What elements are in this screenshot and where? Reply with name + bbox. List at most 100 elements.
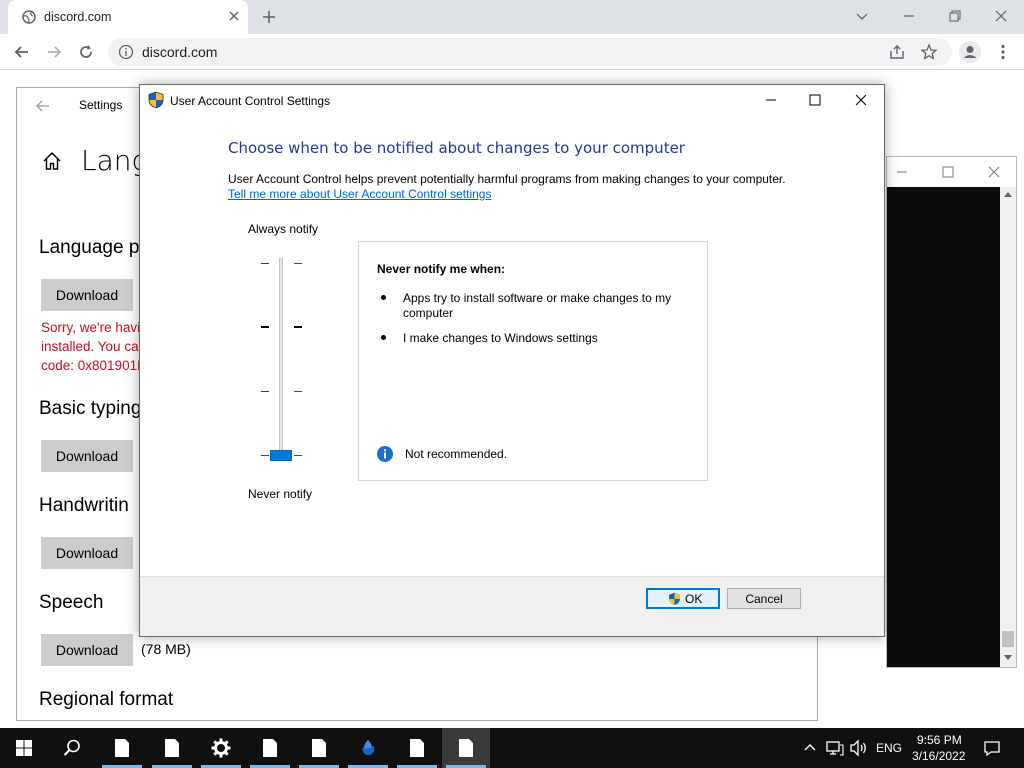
uac-description: User Account Control helps prevent poten… (228, 172, 786, 186)
close-icon[interactable] (987, 165, 1001, 179)
uac-heading: Choose when to be notified about changes… (228, 139, 685, 157)
panel-heading: Never notify me when: (377, 262, 506, 276)
back-arrow-icon[interactable] (35, 98, 51, 114)
not-recommended-note: Not recommended. (405, 447, 508, 461)
uac-shield-icon (148, 91, 164, 109)
close-icon[interactable] (850, 89, 872, 111)
bullet-icon (381, 335, 386, 340)
console-scrollbar[interactable] (1000, 187, 1016, 667)
console-titlebar (887, 157, 1016, 187)
slider-tick (261, 455, 269, 456)
section-heading-basic-typing: Basic typing (39, 398, 142, 419)
new-tab-icon[interactable] (260, 8, 278, 26)
uac-window-title: User Account Control Settings (170, 94, 331, 108)
bookmark-star-icon[interactable] (920, 43, 938, 61)
slider-thumb[interactable] (270, 450, 292, 461)
chevron-down-icon[interactable] (852, 6, 872, 26)
slider-label-always-notify: Always notify (248, 222, 319, 236)
setting-description-panel: Never notify me when: Apps try to instal… (358, 241, 708, 481)
reload-icon[interactable] (76, 42, 96, 62)
close-tab-icon[interactable] (226, 8, 242, 24)
section-heading-language-pack: Language p (39, 237, 140, 258)
console-window (886, 156, 1017, 668)
maximize-icon[interactable] (941, 165, 955, 179)
taskbar-app-flower[interactable] (344, 728, 392, 768)
slider-tick (261, 326, 269, 328)
chevron-up-icon[interactable] (802, 728, 818, 768)
taskbar-app-document[interactable] (98, 728, 146, 768)
uac-dialog: User Account Control Settings Choose whe… (139, 84, 885, 637)
slider-tick (294, 391, 302, 392)
search-button[interactable] (48, 728, 96, 768)
back-arrow-icon[interactable] (12, 42, 32, 62)
gear-icon (211, 738, 231, 758)
document-icon (115, 739, 129, 757)
uac-learn-more-link[interactable]: Tell me more about User Account Control … (228, 187, 491, 201)
panel-bullet: I make changes to Windows settings (403, 331, 598, 345)
document-icon (312, 739, 326, 757)
minimize-icon[interactable] (760, 89, 782, 111)
slider-tick (261, 391, 269, 392)
error-message: Sorry, we're havi installed. You ca code… (41, 318, 151, 375)
site-info-icon[interactable] (118, 44, 134, 60)
maximize-icon[interactable] (804, 89, 826, 111)
close-icon[interactable] (991, 6, 1011, 26)
network-icon[interactable] (824, 728, 846, 768)
globe-icon (22, 10, 36, 24)
cancel-button[interactable]: Cancel (727, 588, 801, 609)
minimize-icon[interactable] (899, 6, 919, 26)
home-icon[interactable] (41, 150, 63, 172)
speech-size: (78 MB) (141, 641, 191, 657)
ok-button-label: OK (685, 592, 703, 606)
info-icon (377, 446, 393, 462)
slider-tick (294, 455, 302, 456)
tab-title: discord.com (44, 10, 112, 24)
scrollbar-thumb[interactable] (1002, 631, 1014, 647)
minimize-icon[interactable] (895, 165, 909, 179)
taskbar-app-document[interactable] (295, 728, 343, 768)
ok-button[interactable]: OK (646, 588, 720, 609)
clock-time[interactable]: 9:56 PM (917, 733, 962, 747)
document-icon (263, 739, 277, 757)
taskbar-app-settings[interactable] (197, 728, 245, 768)
browser-toolbar: discord.com (0, 34, 1024, 70)
language-pack-download-button[interactable]: Download (41, 279, 133, 311)
panel-bullet: Apps try to install software or make cha… (403, 291, 672, 320)
document-icon (459, 739, 473, 757)
settings-app-title: Settings (79, 98, 123, 112)
address-bar[interactable]: discord.com (108, 38, 952, 66)
section-heading-speech: Speech (39, 592, 104, 613)
uac-titlebar: User Account Control Settings (140, 85, 884, 115)
taskbar: ENG 9:56 PM 3/16/2022 (0, 728, 1024, 768)
profile-avatar-icon[interactable] (958, 40, 982, 64)
document-icon (165, 739, 179, 757)
taskbar-app-document-active[interactable] (442, 728, 490, 768)
url-text[interactable]: discord.com (142, 44, 217, 60)
taskbar-app-document[interactable] (148, 728, 196, 768)
slider-track[interactable] (279, 258, 283, 458)
volume-icon[interactable] (848, 728, 870, 768)
basic-typing-download-button[interactable]: Download (41, 440, 133, 472)
start-button[interactable] (0, 728, 48, 768)
browser-tab-strip: discord.com (0, 0, 1024, 34)
browser-tab[interactable]: discord.com (8, 0, 248, 34)
handwriting-download-button[interactable]: Download (41, 537, 133, 569)
clock-date[interactable]: 3/16/2022 (912, 749, 965, 763)
console-output[interactable] (887, 187, 1000, 667)
taskbar-app-document[interactable] (246, 728, 294, 768)
speech-download-button[interactable]: Download (41, 634, 133, 666)
slider-tick (261, 263, 269, 264)
slider-tick (294, 263, 302, 264)
share-icon[interactable] (888, 43, 906, 61)
more-menu-icon[interactable] (993, 42, 1013, 62)
document-icon (410, 739, 424, 757)
windows-logo-icon (16, 740, 32, 756)
taskbar-app-document[interactable] (393, 728, 441, 768)
input-language[interactable]: ENG (876, 741, 902, 755)
error-line: installed. You ca (41, 339, 139, 354)
error-line: Sorry, we're havi (41, 320, 141, 335)
restore-icon[interactable] (945, 6, 965, 26)
section-heading-handwriting: Handwritin (39, 495, 129, 516)
forward-arrow-icon[interactable] (44, 42, 64, 62)
notification-icon[interactable] (978, 728, 1006, 768)
